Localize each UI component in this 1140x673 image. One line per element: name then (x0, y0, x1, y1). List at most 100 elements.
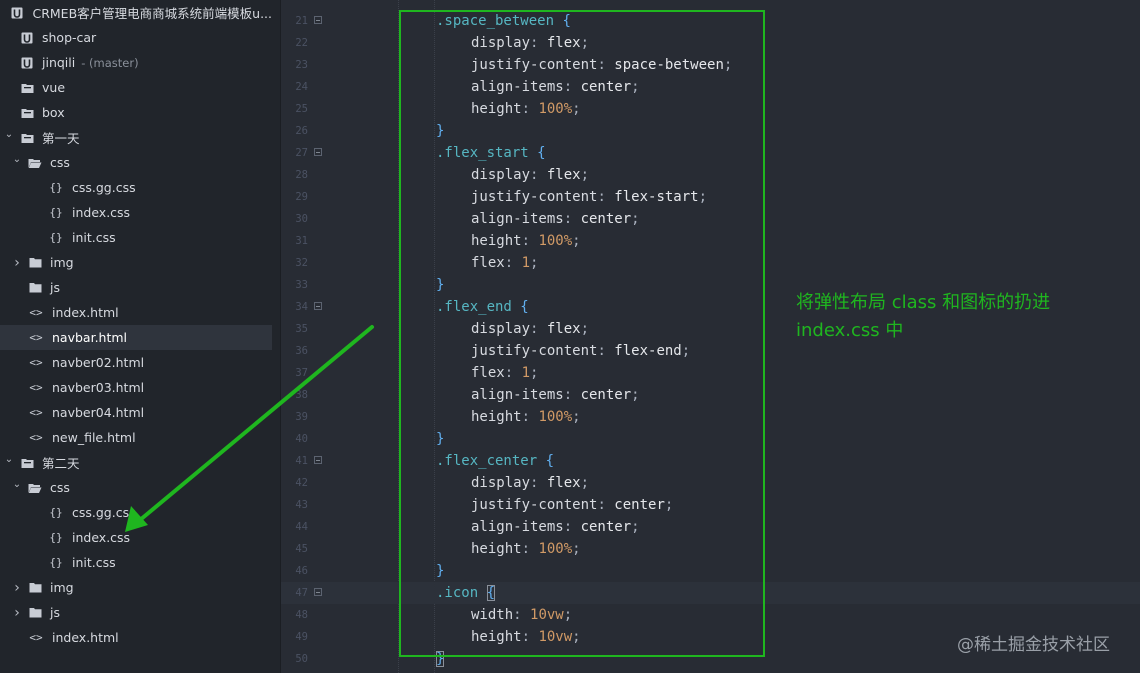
code-text: align-items: center; (471, 384, 640, 406)
code-text: justify-content: space-between; (471, 54, 732, 76)
code-line[interactable]: 39 height: 100%; (281, 406, 1140, 428)
code-line[interactable]: 30 align-items: center; (281, 208, 1140, 230)
tree-item[interactable]: ⌄ css (0, 150, 272, 175)
folder-icon (28, 256, 42, 270)
project-icon (10, 6, 24, 20)
chevron-down-icon[interactable]: ⌄ (4, 129, 14, 140)
line-number: 50 (295, 653, 308, 665)
code-text: width: 10vw; (471, 604, 572, 626)
code-token: : (521, 409, 539, 425)
tree-item[interactable]: {} init.css (0, 550, 272, 575)
chevron-right-icon[interactable]: › (12, 255, 22, 271)
code-token: ; (563, 607, 573, 623)
tree-item[interactable]: <> index.html (0, 300, 272, 325)
code-line[interactable]: 40} (281, 428, 1140, 450)
code-line[interactable]: 29 justify-content: flex-start; (281, 186, 1140, 208)
tree-item[interactable]: <> index.html (0, 625, 272, 650)
code-line[interactable]: 45 height: 100%; (281, 538, 1140, 560)
tree-item-label: js (50, 605, 60, 620)
tree-item[interactable]: {} css.gg.css (0, 175, 272, 200)
tree-item[interactable]: box (0, 100, 272, 125)
folder-box-icon (20, 81, 34, 95)
chevron-down-icon[interactable]: ⌄ (12, 154, 22, 165)
tree-item[interactable]: <> navber04.html (0, 400, 272, 425)
code-line[interactable]: 31 height: 100%; (281, 230, 1140, 252)
html-file-icon: <> (29, 356, 43, 369)
chevron-down-icon[interactable]: ⌄ (12, 479, 22, 490)
code-token: { (562, 13, 571, 29)
line-number: 31 (295, 235, 308, 247)
tree-item[interactable]: ⌄ 第一天 (0, 125, 272, 150)
tree-item[interactable]: {} init.css (0, 225, 272, 250)
tree-item[interactable]: <> new_file.html (0, 425, 272, 450)
tree-item[interactable]: ⌄ css (0, 475, 272, 500)
code-token: flex (546, 167, 581, 183)
tree-item[interactable]: shop-car (0, 25, 272, 50)
html-file-icon: <> (29, 381, 43, 394)
code-token: ; (530, 365, 539, 381)
tree-item[interactable]: jinqili - (master) (0, 50, 272, 75)
code-token: align-items (471, 519, 564, 535)
code-token: flex (471, 255, 505, 271)
code-line[interactable]: 24 align-items: center; (281, 76, 1140, 98)
code-line[interactable]: 32 flex: 1; (281, 252, 1140, 274)
code-text: justify-content: flex-start; (471, 186, 707, 208)
tree-item-label: css.gg.css (72, 505, 136, 520)
chevron-right-icon[interactable]: › (12, 605, 22, 621)
tree-item[interactable]: {} index.css (0, 200, 272, 225)
code-line[interactable]: 28 display: flex; (281, 164, 1140, 186)
code-token: 10vw (538, 629, 573, 645)
code-line[interactable]: 38 align-items: center; (281, 384, 1140, 406)
tree-item-label: css.gg.css (72, 180, 136, 195)
code-line[interactable]: 47 .icon { (281, 582, 1140, 604)
fold-toggle-icon[interactable] (314, 16, 322, 24)
tree-item-label: index.html (52, 630, 119, 645)
fold-toggle-icon[interactable] (314, 588, 322, 596)
code-token: justify-content (471, 57, 598, 73)
code-token: align-items (471, 211, 564, 227)
code-line[interactable]: 22 display: flex; (281, 32, 1140, 54)
tree-item[interactable]: {} index.css (0, 525, 272, 550)
code-token: ; (698, 189, 708, 205)
fold-toggle-icon[interactable] (314, 302, 322, 310)
tree-item[interactable]: <> navber03.html (0, 375, 272, 400)
tree-item[interactable]: js (0, 275, 272, 300)
code-line[interactable]: 25 height: 100%; (281, 98, 1140, 120)
tree-item[interactable]: <> navbar.html (0, 325, 272, 350)
code-text: display: flex; (471, 164, 589, 186)
code-line[interactable]: 26} (281, 120, 1140, 142)
tree-item[interactable]: CRMEB客户管理电商商城系统前端模板u... (0, 0, 272, 25)
code-line[interactable]: 44 align-items: center; (281, 516, 1140, 538)
code-line[interactable]: 41 .flex_center { (281, 450, 1140, 472)
code-line[interactable]: 37 flex: 1; (281, 362, 1140, 384)
tree-item-label: navber04.html (52, 405, 145, 420)
code-text: } (436, 428, 444, 450)
line-number: 44 (295, 521, 308, 533)
code-token: : (563, 79, 581, 95)
tree-item[interactable]: › js (0, 600, 272, 625)
code-text: } (436, 560, 444, 582)
code-line[interactable]: 42 display: flex; (281, 472, 1140, 494)
fold-toggle-icon[interactable] (314, 148, 322, 156)
tree-item[interactable]: {} css.gg.css (0, 500, 272, 525)
code-line[interactable]: 27 .flex_start { (281, 142, 1140, 164)
fold-toggle-icon[interactable] (314, 456, 322, 464)
code-line[interactable]: 23 justify-content: space-between; (281, 54, 1140, 76)
tree-item[interactable]: <> navber02.html (0, 350, 272, 375)
chevron-right-icon[interactable]: › (12, 580, 22, 596)
tree-item[interactable]: ⌄ 第二天 (0, 450, 272, 475)
chevron-down-icon[interactable]: ⌄ (4, 454, 14, 465)
code-token: : (597, 343, 615, 359)
tree-item[interactable]: › img (0, 575, 272, 600)
code-text: height: 100%; (471, 230, 581, 252)
code-line[interactable]: 21 .space_between { (281, 10, 1140, 32)
code-line[interactable]: 48 width: 10vw; (281, 604, 1140, 626)
code-line[interactable]: 43 justify-content: center; (281, 494, 1140, 516)
tree-item[interactable]: vue (0, 75, 272, 100)
tree-item[interactable]: › img (0, 250, 272, 275)
code-token: center (580, 79, 632, 95)
line-number: 48 (295, 609, 308, 621)
code-line[interactable]: 46} (281, 560, 1140, 582)
code-text: align-items: center; (471, 76, 640, 98)
tree-item-label: box (42, 105, 65, 120)
